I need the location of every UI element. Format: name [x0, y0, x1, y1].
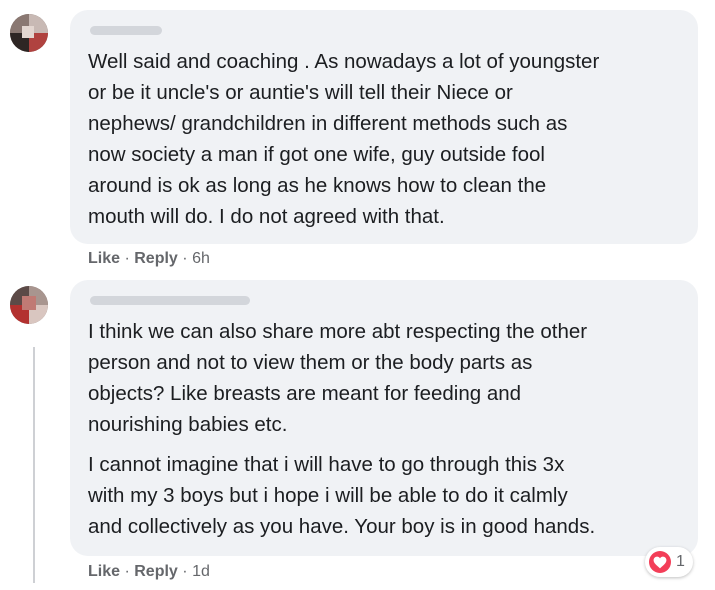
- separator: ·: [182, 250, 188, 267]
- separator: ·: [124, 250, 130, 267]
- avatar[interactable]: [10, 14, 48, 52]
- comment-bubble: Well said and coaching . As nowadays a l…: [70, 10, 698, 244]
- timestamp[interactable]: 1d: [192, 563, 210, 580]
- comment-actions: Like · Reply · 1d: [88, 563, 210, 581]
- comment-text: Well said and coaching . As nowadays a l…: [88, 50, 600, 228]
- reply-link[interactable]: Reply: [134, 250, 178, 267]
- avatar[interactable]: [10, 286, 48, 324]
- heart-icon: [649, 551, 671, 573]
- like-link[interactable]: Like: [88, 250, 120, 267]
- author-name[interactable]: [90, 26, 162, 35]
- comment-text: I cannot imagine that i will have to go …: [88, 453, 596, 538]
- reply-link[interactable]: Reply: [134, 563, 178, 580]
- comment-text: I think we can also share more abt respe…: [88, 320, 588, 436]
- timestamp[interactable]: 6h: [192, 250, 210, 267]
- reaction-count-label: 1: [676, 553, 685, 570]
- comment-bubble: I think we can also share more abt respe…: [70, 280, 698, 556]
- author-name[interactable]: [90, 296, 250, 305]
- separator: ·: [182, 563, 188, 580]
- like-link[interactable]: Like: [88, 563, 120, 580]
- reply-thread-line: [33, 347, 35, 583]
- separator: ·: [124, 563, 130, 580]
- reaction-count[interactable]: 1: [645, 547, 693, 577]
- comment-actions: Like · Reply · 6h: [88, 250, 210, 268]
